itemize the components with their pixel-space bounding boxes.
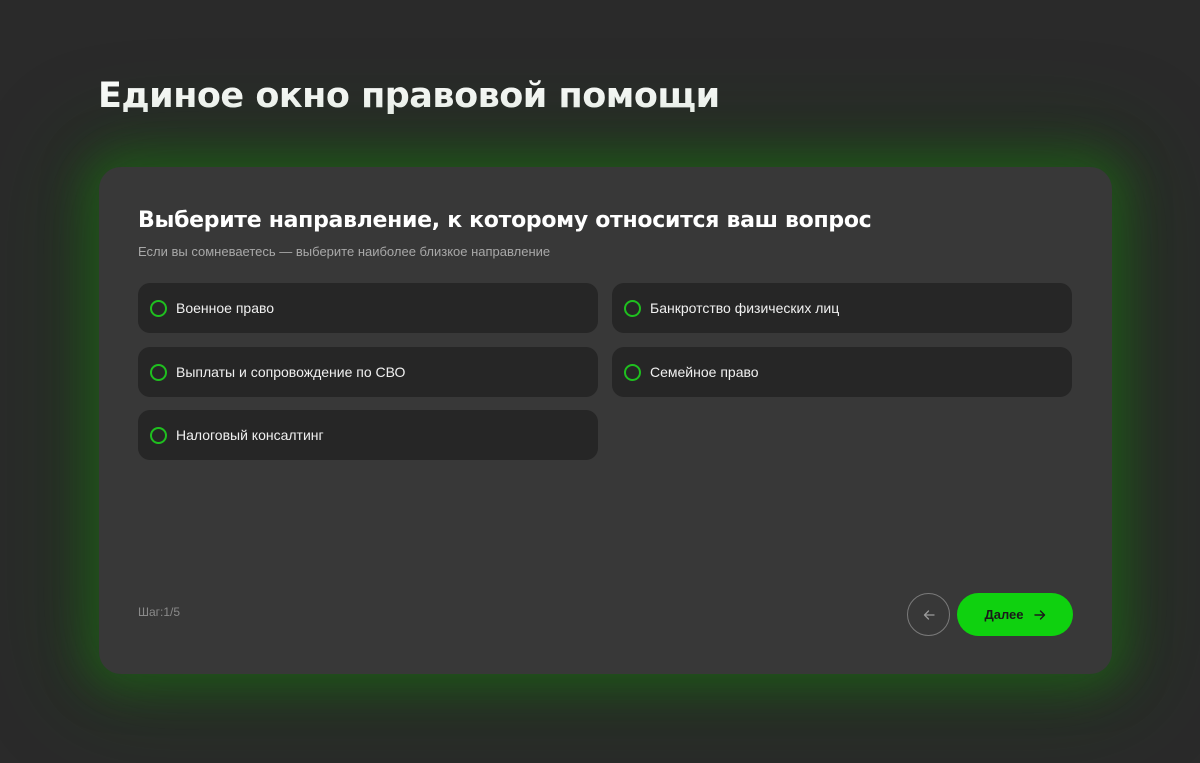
- question-hint: Если вы сомневаетесь — выберите наиболее…: [138, 244, 551, 259]
- question-heading: Выберите направление, к которому относит…: [138, 208, 872, 233]
- page: Единое окно правовой помощи Выберите нап…: [0, 0, 1200, 763]
- step-indicator: Шаг:1/5: [138, 605, 181, 619]
- option-family-law[interactable]: Семейное право: [612, 347, 1072, 397]
- option-tax-consulting[interactable]: Налоговый консалтинг: [138, 410, 598, 460]
- question-card: Выберите направление, к которому относит…: [99, 167, 1112, 674]
- back-button[interactable]: [907, 593, 950, 636]
- next-button-label: Далее: [984, 607, 1024, 622]
- option-label: Банкротство физических лиц: [650, 300, 840, 316]
- arrow-left-icon: [923, 609, 935, 620]
- option-label: Военное право: [176, 300, 275, 316]
- option-label: Выплаты и сопровождение по СВО: [176, 364, 406, 380]
- radio-icon[interactable]: [150, 426, 167, 444]
- radio-icon[interactable]: [150, 299, 167, 317]
- option-svo-payments[interactable]: Выплаты и сопровождение по СВО: [138, 347, 598, 397]
- option-label: Семейное право: [650, 364, 759, 380]
- option-military-law[interactable]: Военное право: [138, 283, 598, 333]
- arrow-right-icon: [1033, 609, 1045, 620]
- radio-icon[interactable]: [624, 299, 641, 317]
- option-label: Налоговый консалтинг: [176, 427, 324, 443]
- page-title: Единое окно правовой помощи: [98, 76, 720, 116]
- radio-icon[interactable]: [624, 363, 641, 381]
- option-bankruptcy[interactable]: Банкротство физических лиц: [612, 283, 1072, 333]
- radio-icon[interactable]: [150, 363, 167, 381]
- next-button[interactable]: Далее: [957, 593, 1073, 636]
